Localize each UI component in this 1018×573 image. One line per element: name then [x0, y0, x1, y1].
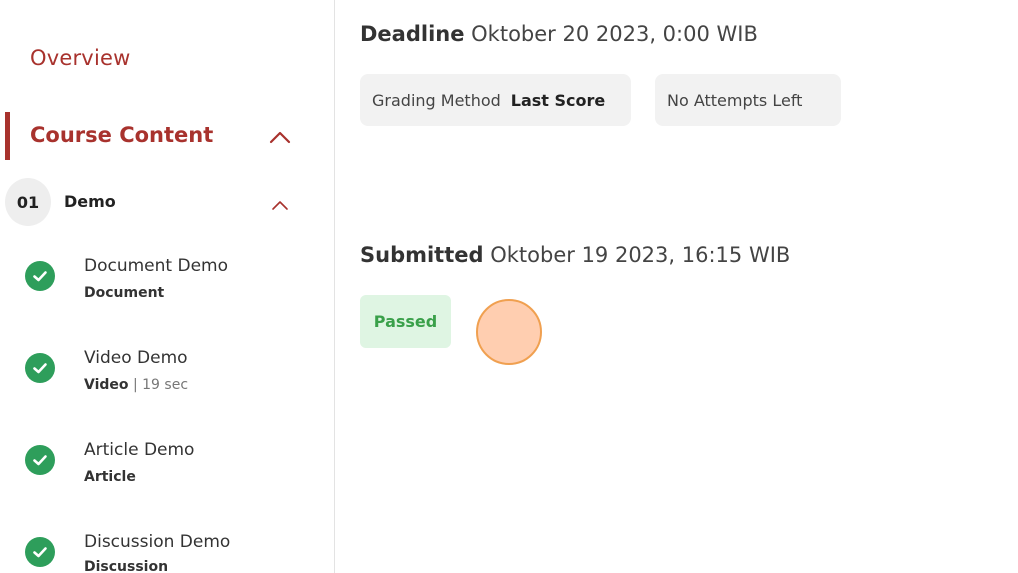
app-root: Overview Course Content 01 Demo Document… [0, 0, 1018, 573]
deadline-label: Deadline [360, 22, 465, 46]
lesson-meta: Document [84, 285, 164, 301]
assignment-panel: Deadline Oktober 20 2023, 0:00 WIB Gradi… [336, 0, 1018, 573]
click-indicator [476, 299, 542, 365]
lesson-title: Video Demo [84, 348, 188, 368]
chevron-up-icon[interactable] [268, 126, 292, 150]
lesson-type: Article [84, 469, 136, 485]
lesson-type: Video [84, 377, 129, 393]
module-number-badge: 01 [5, 178, 51, 226]
lesson-meta: Article [84, 469, 136, 485]
lesson-title: Document Demo [84, 256, 228, 276]
check-circle-icon [25, 353, 55, 383]
grading-method-value: Last Score [510, 90, 606, 110]
module-row[interactable]: 01 Demo [0, 178, 335, 228]
attempts-text: No Attempts Left [667, 90, 803, 110]
check-circle-icon [25, 261, 55, 291]
lesson-type: Discussion [84, 559, 169, 573]
lesson-type: Document [84, 285, 165, 301]
lesson-title: Article Demo [84, 440, 195, 460]
deadline-line: Deadline Oktober 20 2023, 0:00 WIB [360, 22, 758, 46]
submitted-value: Oktober 19 2023, 16:15 WIB [490, 243, 791, 267]
submitted-label: Submitted [360, 243, 484, 267]
course-content-header[interactable]: Course Content [0, 112, 335, 160]
chevron-up-icon[interactable] [270, 195, 290, 215]
lesson-meta: Video | 19 sec [84, 377, 188, 393]
grading-method-label: Grading Method [372, 90, 501, 110]
attempts-chip: No Attempts Left [655, 74, 841, 126]
lesson-item[interactable]: Video Demo Video | 19 sec [0, 344, 335, 414]
check-circle-icon [25, 537, 55, 567]
course-content-title: Course Content [30, 123, 214, 147]
status-badge: Passed [360, 295, 451, 348]
module-title: Demo [64, 192, 116, 211]
active-indicator [5, 112, 10, 160]
sidebar-item-overview[interactable]: Overview [30, 46, 130, 70]
course-sidebar: Overview Course Content 01 Demo Document… [0, 0, 335, 573]
deadline-value: Oktober 20 2023, 0:00 WIB [471, 22, 758, 46]
lesson-meta: Discussion [84, 559, 168, 573]
lesson-item[interactable]: Document Demo Document [0, 252, 335, 322]
submitted-line: Submitted Oktober 19 2023, 16:15 WIB [360, 243, 790, 267]
grading-method-chip: Grading Method Last Score [360, 74, 631, 126]
lesson-title: Discussion Demo [84, 532, 231, 552]
lesson-item[interactable]: Article Demo Article [0, 436, 335, 506]
check-circle-icon [25, 445, 55, 475]
lesson-duration: | 19 sec [128, 377, 189, 393]
lesson-item[interactable]: Discussion Demo Discussion [0, 528, 335, 573]
